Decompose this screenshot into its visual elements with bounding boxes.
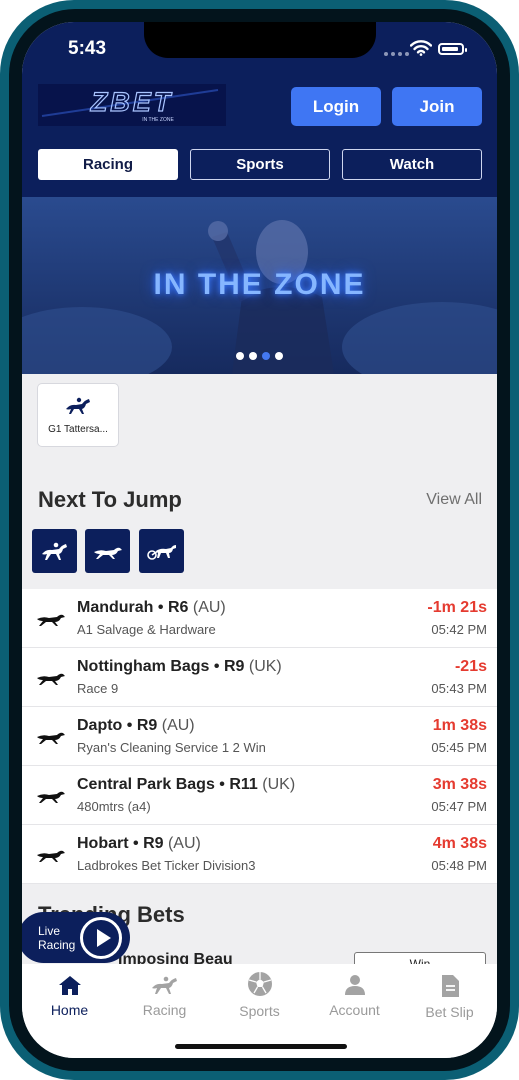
wifi-icon: [410, 40, 432, 56]
race-description: A1 Salvage & Hardware: [77, 622, 216, 637]
race-country: (UK): [248, 658, 282, 675]
race-row[interactable]: Dapto • R9 (AU) Ryan's Cleaning Service …: [22, 707, 497, 766]
login-button[interactable]: Login: [291, 87, 381, 126]
user-icon: [344, 975, 365, 995]
svg-text:IN THE ZONE: IN THE ZONE: [142, 117, 174, 123]
race-countdown: -1m 21s: [427, 599, 487, 616]
tab-watch[interactable]: Watch: [342, 149, 482, 180]
zbet-logo: ZBET IN THE ZONE: [38, 84, 226, 126]
join-button[interactable]: Join: [392, 87, 482, 126]
carousel-dot-active[interactable]: [262, 352, 270, 360]
race-countdown: 3m 38s: [432, 776, 487, 793]
race-venue: Central Park Bags: [77, 776, 215, 793]
filter-harness-racing[interactable]: [139, 529, 184, 573]
status-time: 5:43: [68, 38, 107, 59]
race-number: R11: [229, 776, 258, 793]
carousel-dot[interactable]: [236, 352, 244, 360]
signal-icon: [384, 52, 409, 56]
greyhound-icon: [37, 791, 65, 803]
race-number: R9: [136, 717, 158, 734]
promo-banner[interactable]: IN THE ZONE: [22, 197, 497, 374]
next-to-jump-title: Next To Jump: [38, 487, 182, 512]
tab-bar-sports[interactable]: Sports: [212, 972, 307, 1019]
race-row[interactable]: Mandurah • R6 (AU) A1 Salvage & Hardware…: [22, 589, 497, 648]
svg-text:ZBET: ZBET: [90, 87, 174, 117]
race-number: R9: [143, 835, 164, 852]
race-number: R6: [167, 599, 189, 616]
race-countdown: 4m 38s: [432, 835, 487, 852]
greyhound-icon: [37, 614, 65, 626]
harness-racing-icon: [146, 545, 176, 560]
horse-racing-icon: [151, 976, 177, 994]
race-country: (AU): [161, 717, 195, 734]
race-countdown: 1m 38s: [432, 717, 487, 734]
live-racing-button[interactable]: Live Racing: [22, 912, 130, 963]
race-venue: Hobart: [77, 835, 129, 852]
race-country: (AU): [192, 599, 226, 616]
greyhound-icon: [37, 850, 65, 862]
play-icon: [80, 917, 122, 959]
home-icon: [58, 976, 81, 995]
race-start-time: 05:43 PM: [431, 681, 487, 696]
app-header: 5:43 ZBET IN THE ZONE Login Join Racing …: [22, 22, 497, 197]
home-indicator: [175, 1044, 347, 1049]
tab-bar-label: Account: [329, 1002, 380, 1018]
greyhound-icon: [37, 732, 65, 744]
banner-headline: IN THE ZONE: [153, 268, 366, 301]
tab-sports[interactable]: Sports: [190, 149, 330, 180]
tab-racing[interactable]: Racing: [38, 149, 178, 180]
race-start-time: 05:42 PM: [431, 622, 487, 637]
bet-slip-icon: [441, 975, 459, 997]
race-description: Ladbrokes Bet Ticker Division3: [77, 858, 256, 873]
race-start-time: 05:48 PM: [431, 858, 487, 873]
next-to-jump-list: Mandurah • R6 (AU) A1 Salvage & Hardware…: [22, 589, 497, 884]
race-row[interactable]: Nottingham Bags • R9 (UK) Race 9 -21s 05…: [22, 648, 497, 707]
live-racing-label-line1: Live: [38, 924, 61, 938]
carousel-dot[interactable]: [275, 352, 283, 360]
featured-race-label: G1 Tattersa...: [48, 424, 108, 435]
featured-race-card[interactable]: G1 Tattersa...: [38, 384, 118, 446]
race-description: Ryan's Cleaning Service 1 2 Win: [77, 740, 266, 755]
view-all-link[interactable]: View All: [426, 491, 482, 509]
tab-bar-racing[interactable]: Racing: [117, 974, 212, 1018]
tab-bar-label: Racing: [142, 1002, 187, 1018]
live-racing-label-line2: Racing: [38, 938, 76, 952]
horse-racing-icon: [41, 542, 67, 560]
race-venue: Dapto: [77, 717, 123, 734]
filter-greyhound[interactable]: [85, 529, 130, 573]
race-number: R9: [223, 658, 245, 675]
carousel-indicator[interactable]: [236, 352, 283, 360]
race-venue: Mandurah: [77, 599, 154, 616]
tab-bar-account[interactable]: Account: [307, 974, 402, 1018]
race-venue: Nottingham Bags: [77, 658, 210, 675]
race-countdown: -21s: [454, 658, 487, 675]
tab-bar-home[interactable]: Home: [22, 974, 117, 1018]
filter-horse-racing[interactable]: [32, 529, 77, 573]
tab-bar-label: Sports: [239, 1003, 280, 1019]
race-row[interactable]: Central Park Bags • R11 (UK) 480mtrs (a4…: [22, 766, 497, 825]
race-start-time: 05:45 PM: [431, 740, 487, 755]
battery-icon: [438, 43, 467, 55]
device-notch: [144, 22, 376, 58]
greyhound-icon: [93, 547, 122, 559]
tab-bar-bet-slip[interactable]: Bet Slip: [402, 974, 497, 1020]
horse-racing-icon: [66, 397, 90, 414]
race-description: 480mtrs (a4): [77, 799, 151, 814]
app-screen: 5:43 ZBET IN THE ZONE Login Join Racing …: [22, 22, 497, 1058]
soccer-ball-icon: [247, 972, 272, 996]
race-description: Race 9: [77, 681, 119, 696]
race-country: (UK): [262, 776, 296, 793]
carousel-dot[interactable]: [249, 352, 257, 360]
greyhound-icon: [37, 673, 65, 685]
tab-bar-label: Home: [50, 1002, 89, 1018]
race-country: (AU): [167, 835, 201, 852]
race-start-time: 05:47 PM: [431, 799, 487, 814]
race-row[interactable]: Hobart • R9 (AU) Ladbrokes Bet Ticker Di…: [22, 825, 497, 884]
tab-bar-label: Bet Slip: [425, 1004, 474, 1020]
